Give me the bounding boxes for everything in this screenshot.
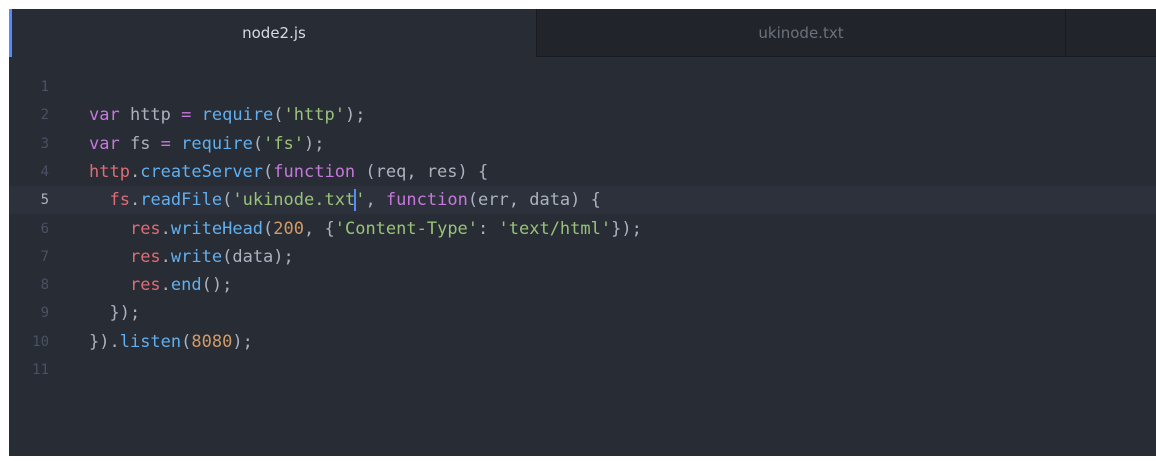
code-text: }).listen(8080); bbox=[89, 328, 253, 356]
code-line[interactable]: 7 res.write(data); bbox=[9, 243, 1156, 271]
tab-node2-js[interactable]: node2.js bbox=[9, 9, 536, 57]
line-number: 9 bbox=[40, 305, 49, 322]
code-line[interactable]: 6 res.writeHead(200, {'Content-Type': 't… bbox=[9, 215, 1156, 243]
code-token: fs bbox=[109, 190, 130, 211]
line-number: 1 bbox=[40, 79, 49, 95]
code-token: function bbox=[273, 161, 356, 182]
code-token: (err, data) { bbox=[467, 190, 601, 211]
code-token: 'fs' bbox=[263, 133, 305, 154]
code-token: res bbox=[129, 246, 161, 267]
code-token: 'Content-Type' bbox=[334, 218, 479, 239]
code-token: 8080 bbox=[191, 331, 233, 352]
code-token: res bbox=[129, 218, 161, 239]
code-line[interactable]: 10}).listen(8080); bbox=[9, 328, 1156, 356]
code-token: require bbox=[201, 105, 274, 126]
code-token: ( bbox=[263, 161, 274, 182]
editor-window: node2.js ukinode.txt 1 2 var http = requir… bbox=[9, 9, 1156, 456]
code-line[interactable]: 3 var fs = require('fs'); bbox=[9, 130, 1156, 158]
code-token: ( bbox=[273, 105, 284, 126]
code-token: , bbox=[365, 190, 386, 211]
code-token: . bbox=[129, 161, 141, 182]
code-token: ( bbox=[252, 133, 264, 154]
tab-bar: node2.js ukinode.txt bbox=[9, 9, 1156, 57]
code-line[interactable]: 11 bbox=[9, 356, 1156, 384]
code-token: ( bbox=[263, 218, 274, 239]
code-line[interactable]: 1 bbox=[9, 73, 1156, 101]
line-number: 7 bbox=[40, 248, 49, 265]
code-text: res.write(data); bbox=[89, 243, 294, 271]
tab-label: node2.js bbox=[242, 24, 306, 42]
code-token: : bbox=[478, 218, 499, 239]
code-token: . bbox=[129, 190, 141, 211]
code-token: writeHead bbox=[170, 218, 264, 239]
code-token: ); bbox=[232, 331, 253, 352]
code-token: ); bbox=[304, 133, 325, 154]
code-text: var fs = require('fs'); bbox=[89, 130, 325, 158]
code-token: 'http' bbox=[283, 105, 345, 126]
code-token: fs bbox=[119, 133, 161, 154]
code-token: res bbox=[129, 275, 161, 296]
code-token: (); bbox=[201, 275, 233, 296]
code-token: end bbox=[170, 275, 202, 296]
code-token: 'text/html' bbox=[498, 218, 612, 239]
code-token: readFile bbox=[140, 190, 223, 211]
code-text: res.end(); bbox=[89, 271, 232, 299]
line-number: 3 bbox=[40, 135, 49, 152]
code-line[interactable]: 9 }); bbox=[9, 299, 1156, 327]
line-number: 11 bbox=[32, 362, 49, 378]
tab-label: ukinode.txt bbox=[758, 23, 844, 42]
line-number: 10 bbox=[32, 333, 49, 350]
code-line[interactable]: 4 http.createServer(function (req, res) { bbox=[9, 158, 1156, 186]
code-token: ( bbox=[222, 190, 233, 211]
line-number: 2 bbox=[40, 107, 49, 124]
code-text: res.writeHead(200, {'Content-Type': 'tex… bbox=[89, 215, 642, 243]
code-token: }); bbox=[611, 218, 642, 239]
code-token: (data); bbox=[222, 246, 294, 267]
code-token: . bbox=[160, 218, 171, 239]
code-token: http bbox=[119, 105, 182, 126]
code-token: ' bbox=[355, 190, 366, 211]
code-token: createServer bbox=[140, 161, 264, 182]
code-token: var bbox=[89, 133, 120, 154]
code-token: = bbox=[160, 133, 171, 154]
code-token: = bbox=[181, 105, 192, 126]
code-token: . bbox=[160, 275, 171, 296]
code-token: write bbox=[170, 246, 223, 267]
code-line[interactable]: 2 var http = require('http'); bbox=[9, 101, 1156, 129]
code-token: }); bbox=[89, 303, 141, 324]
code-token: function bbox=[385, 190, 468, 211]
code-text: var http = require('http'); bbox=[89, 101, 365, 129]
tab-ukinode-txt[interactable]: ukinode.txt bbox=[536, 9, 1066, 56]
code-token: http bbox=[89, 161, 130, 182]
code-token: ( bbox=[181, 331, 192, 352]
code-line[interactable]: 8 res.end(); bbox=[9, 271, 1156, 299]
line-number: 8 bbox=[40, 277, 49, 294]
code-token: }). bbox=[89, 331, 120, 352]
code-token: listen bbox=[119, 331, 182, 352]
code-token: ); bbox=[344, 105, 366, 126]
code-token: , { bbox=[304, 218, 335, 239]
line-number: 4 bbox=[40, 163, 49, 180]
code-text: fs.readFile('ukinode.txt', function(err,… bbox=[89, 186, 601, 214]
code-token: require bbox=[181, 133, 253, 154]
code-editor[interactable]: 1 2 var http = require('http'); 3 var fs = r… bbox=[9, 57, 1156, 456]
code-text: http.createServer(function (req, res) { bbox=[89, 158, 488, 186]
code-token: var bbox=[89, 105, 120, 126]
code-token: 200 bbox=[273, 218, 305, 239]
code-text: }); bbox=[89, 299, 140, 327]
line-number: 6 bbox=[40, 220, 49, 237]
code-line[interactable]: 5 fs.readFile('ukinode.txt', function(er… bbox=[9, 186, 1156, 215]
code-token: (req, res) { bbox=[355, 161, 489, 182]
line-number: 5 bbox=[40, 192, 49, 209]
code-token: 'ukinode.txt bbox=[232, 190, 356, 211]
code-token: . bbox=[160, 246, 171, 267]
